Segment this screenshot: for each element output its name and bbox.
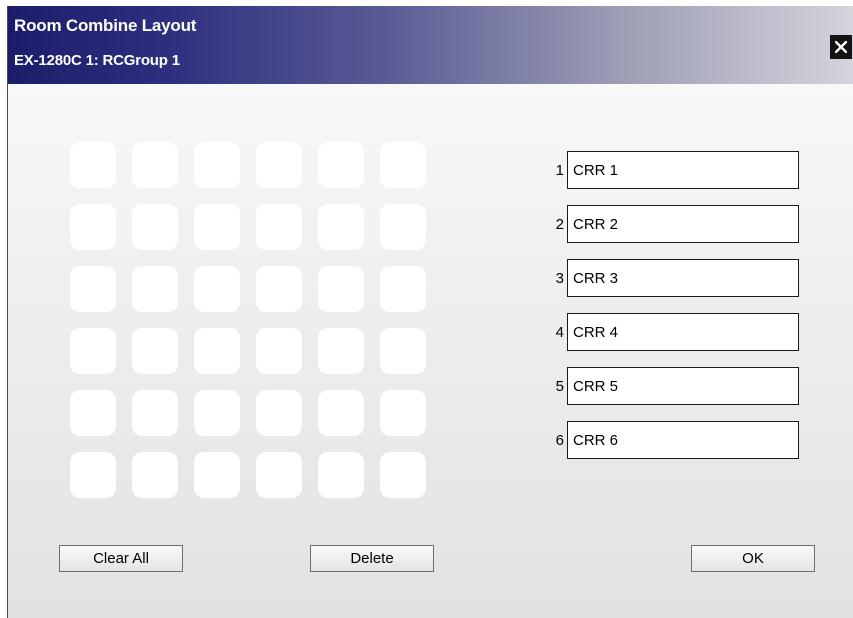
room-name-input-2[interactable]: [567, 205, 799, 243]
layout-cell-r2-c3[interactable]: [194, 204, 240, 250]
layout-cell-r3-c3[interactable]: [194, 266, 240, 312]
layout-cell-r2-c4[interactable]: [256, 204, 302, 250]
layout-cell-r5-c5[interactable]: [318, 390, 364, 436]
layout-cell-r2-c5[interactable]: [318, 204, 364, 250]
delete-button[interactable]: Delete: [310, 545, 434, 572]
layout-cell-r2-c1[interactable]: [70, 204, 116, 250]
room-row-3: 3: [540, 258, 799, 298]
layout-cell-r5-c3[interactable]: [194, 390, 240, 436]
layout-cell-r4-c1[interactable]: [70, 328, 116, 374]
ok-button[interactable]: OK: [691, 545, 815, 572]
close-button[interactable]: [830, 35, 852, 59]
layout-cell-r4-c5[interactable]: [318, 328, 364, 374]
dialog-subtitle: EX-1280C 1: RCGroup 1: [14, 52, 180, 69]
layout-cell-r3-c5[interactable]: [318, 266, 364, 312]
room-row-4: 4: [540, 312, 799, 352]
layout-cell-r3-c1[interactable]: [70, 266, 116, 312]
room-name-input-4[interactable]: [567, 313, 799, 351]
room-name-input-1[interactable]: [567, 151, 799, 189]
layout-cell-r5-c2[interactable]: [132, 390, 178, 436]
layout-cell-r1-c2[interactable]: [132, 142, 178, 188]
layout-cell-r6-c4[interactable]: [256, 452, 302, 498]
layout-cell-r4-c4[interactable]: [256, 328, 302, 374]
layout-cell-r5-c6[interactable]: [380, 390, 426, 436]
layout-cell-r1-c1[interactable]: [70, 142, 116, 188]
layout-cell-r5-c4[interactable]: [256, 390, 302, 436]
dialog-title: Room Combine Layout: [14, 16, 197, 35]
room-number-3: 3: [555, 269, 564, 287]
layout-cell-r3-c6[interactable]: [380, 266, 426, 312]
room-name-input-5[interactable]: [567, 367, 799, 405]
layout-cell-r5-c1[interactable]: [70, 390, 116, 436]
layout-cell-r6-c3[interactable]: [194, 452, 240, 498]
clear-all-button[interactable]: Clear All: [59, 545, 183, 572]
layout-cell-r1-c5[interactable]: [318, 142, 364, 188]
layout-cell-r4-c3[interactable]: [194, 328, 240, 374]
room-row-6: 6: [540, 420, 799, 460]
layout-cell-r6-c5[interactable]: [318, 452, 364, 498]
room-number-1: 1: [555, 161, 564, 179]
room-combine-dialog: Room Combine Layout EX-1280C 1: RCGroup …: [7, 6, 853, 618]
layout-cell-r1-c6[interactable]: [380, 142, 426, 188]
room-number-6: 6: [555, 431, 564, 449]
layout-cell-r3-c4[interactable]: [256, 266, 302, 312]
layout-cell-r6-c2[interactable]: [132, 452, 178, 498]
room-name-input-3[interactable]: [567, 259, 799, 297]
room-row-2: 2: [540, 204, 799, 244]
layout-cell-r6-c1[interactable]: [70, 452, 116, 498]
room-number-5: 5: [555, 377, 564, 395]
layout-cell-r1-c4[interactable]: [256, 142, 302, 188]
room-number-2: 2: [555, 215, 564, 233]
layout-cell-r3-c2[interactable]: [132, 266, 178, 312]
room-row-1: 1: [540, 150, 799, 190]
layout-cell-r6-c6[interactable]: [380, 452, 426, 498]
layout-cell-r4-c6[interactable]: [380, 328, 426, 374]
room-name-input-6[interactable]: [567, 421, 799, 459]
close-icon: [835, 41, 847, 53]
layout-cell-r1-c3[interactable]: [194, 142, 240, 188]
room-list: 1 2 3 4 5 6: [540, 150, 799, 474]
room-row-5: 5: [540, 366, 799, 406]
layout-cell-r2-c6[interactable]: [380, 204, 426, 250]
room-number-4: 4: [555, 323, 564, 341]
layout-cell-r4-c2[interactable]: [132, 328, 178, 374]
layout-grid: [70, 142, 431, 498]
layout-cell-r2-c2[interactable]: [132, 204, 178, 250]
title-bar: Room Combine Layout EX-1280C 1: RCGroup …: [8, 6, 853, 84]
